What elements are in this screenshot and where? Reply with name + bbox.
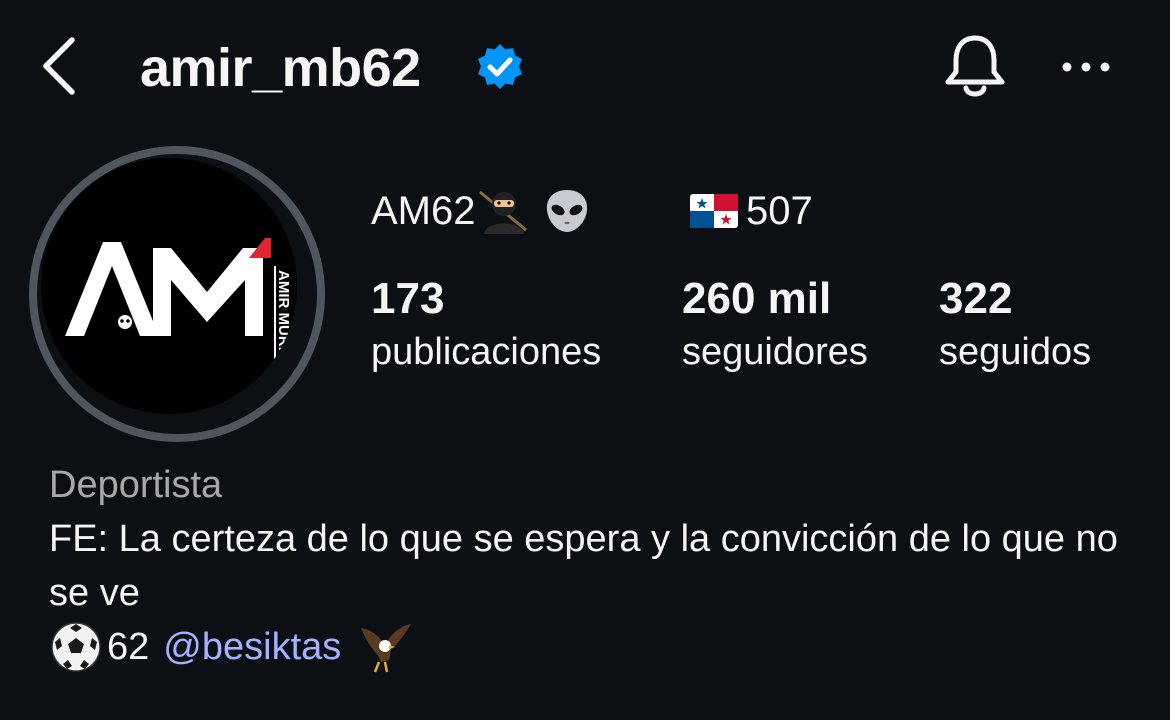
soccer-ball-icon [51, 622, 101, 672]
bio-text: FE: La certeza de lo que se espera y la … [49, 518, 1118, 614]
stat-followers[interactable]: 260 mil seguidores [682, 272, 868, 378]
stat-posts-label: publicaciones [371, 331, 602, 373]
profile-username: amir_mb62 [140, 38, 421, 98]
bell-icon [945, 35, 1005, 97]
chevron-left-icon [43, 37, 75, 95]
stat-following-label: seguidos [939, 331, 1092, 373]
bio-mention-link[interactable]: @besiktas [163, 620, 341, 674]
top-bar: amir_mb62 [0, 0, 1170, 135]
svg-text:62: 62 [135, 315, 152, 332]
more-horizontal-icon [1062, 62, 1110, 72]
ninja-emoji-icon [478, 190, 527, 234]
eagle-emoji-icon [361, 624, 412, 673]
avatar[interactable]: AMIR MURILLO 62 [29, 146, 325, 442]
flag-row: 507 [690, 186, 813, 236]
verified-badge-icon [478, 44, 522, 89]
notifications-button[interactable] [940, 32, 1010, 104]
bio-number: 62 [107, 626, 150, 668]
pronouns-text: 507 [746, 189, 813, 233]
display-name-row: AM62 [371, 186, 594, 236]
stat-posts[interactable]: 173 publicaciones [371, 272, 601, 378]
am62-logo: AMIR MURILLO 62 [65, 238, 292, 381]
avatar-image: AMIR MURILLO 62 [41, 158, 297, 414]
alien-emoji-icon [546, 190, 587, 232]
stat-posts-value: 173 [371, 274, 445, 323]
bio-team-line: 62 @besiktas [49, 620, 413, 674]
back-button[interactable] [38, 34, 82, 98]
stat-following[interactable]: 322 seguidos [939, 272, 1091, 378]
stat-followers-value: 260 mil [682, 274, 832, 323]
more-options-button[interactable] [1058, 50, 1114, 84]
panama-flag-icon [690, 194, 738, 228]
profile-category: Deportista [49, 464, 223, 506]
stat-following-value: 322 [939, 274, 1013, 323]
stat-followers-label: seguidores [682, 331, 868, 373]
display-name: AM62 [371, 189, 476, 233]
